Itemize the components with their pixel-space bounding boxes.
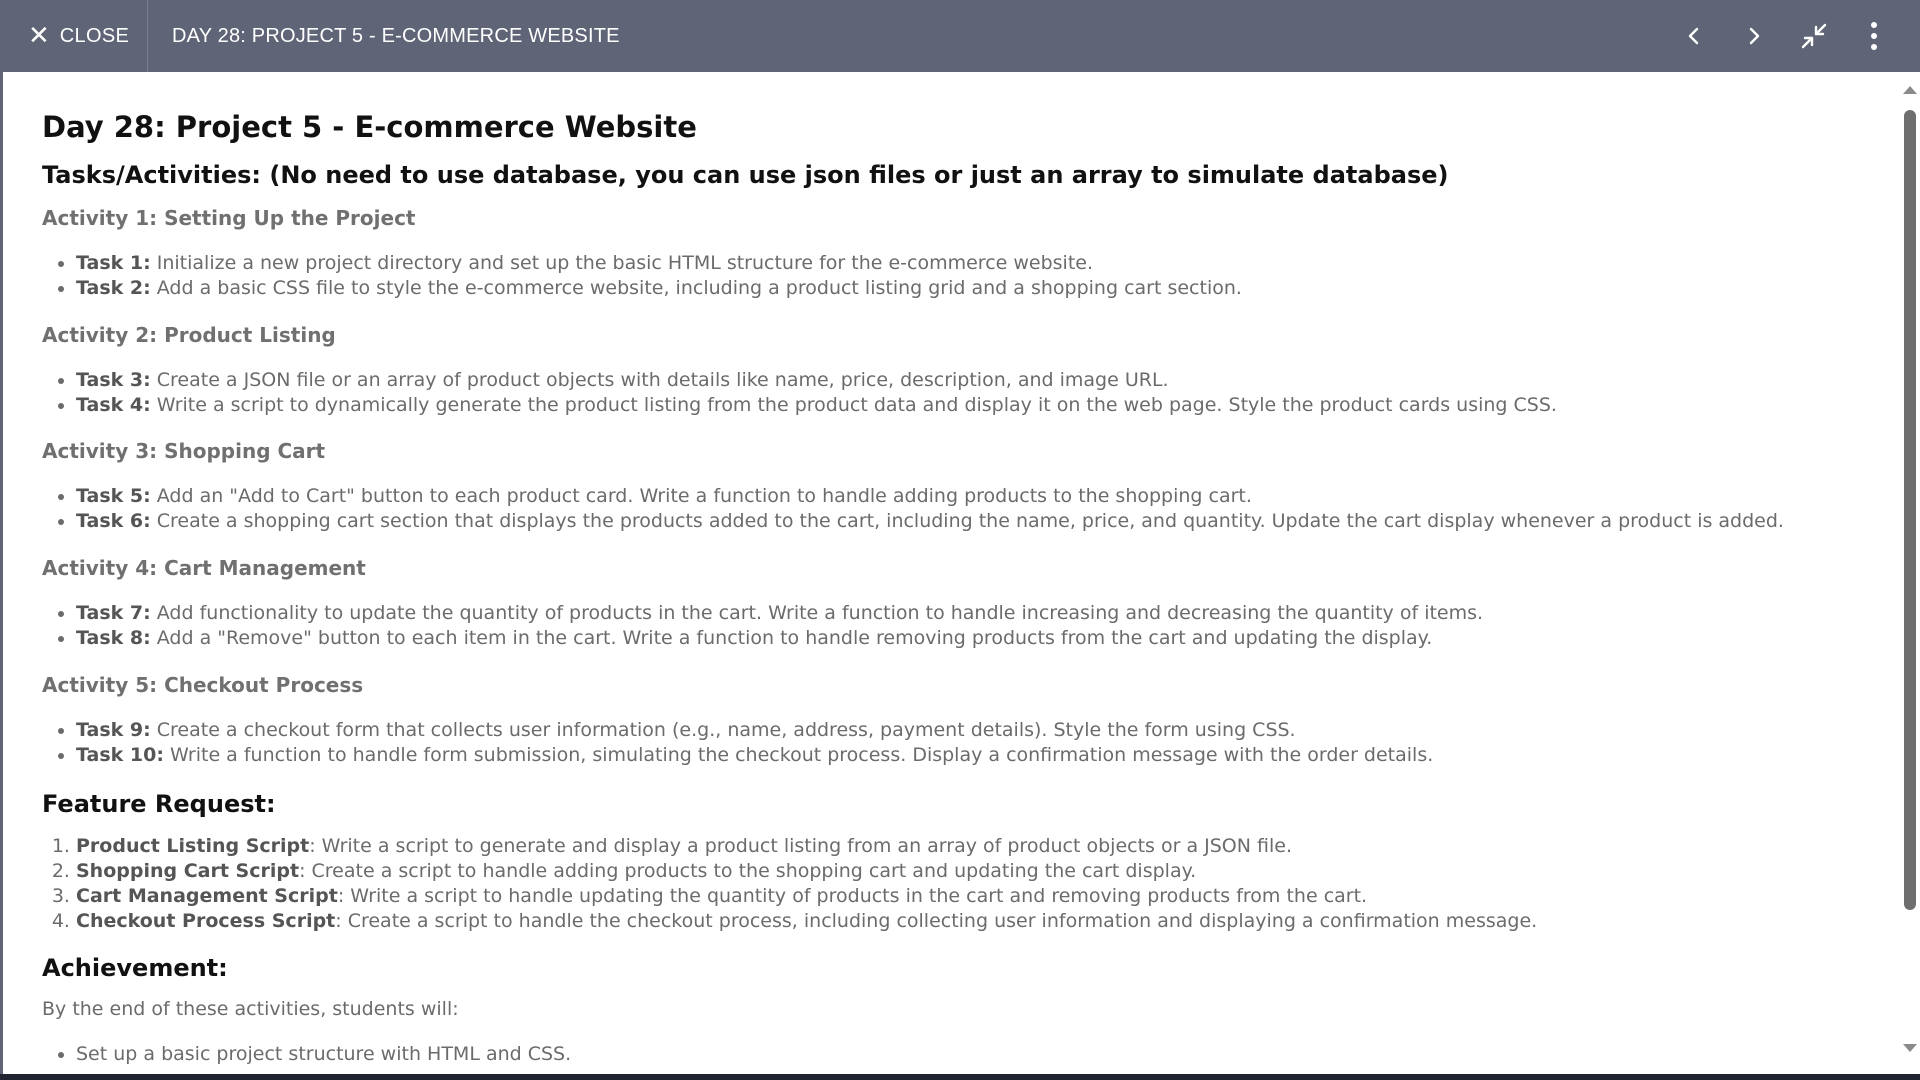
activity-heading: Activity 5: Checkout Process	[42, 673, 364, 697]
top-bar: ✕ CLOSE DAY 28: PROJECT 5 - E-COMMERCE W…	[0, 0, 1920, 72]
feature-list: Product Listing Script: Write a script t…	[42, 834, 1537, 934]
activity-heading: Activity 1: Setting Up the Project	[42, 206, 416, 230]
collapse-icon	[1801, 23, 1827, 49]
page-title: Day 28: Project 5 - E-commerce Website	[42, 110, 697, 144]
exit-fullscreen-button[interactable]	[1784, 6, 1844, 66]
list-item: Product Listing Script: Write a script t…	[76, 834, 1537, 859]
close-button[interactable]: ✕ CLOSE	[0, 0, 148, 72]
list-item: Task 4: Write a script to dynamically ge…	[76, 393, 1557, 418]
top-actions	[1664, 6, 1904, 66]
list-item: Task 6: Create a shopping cart section t…	[76, 509, 1784, 534]
activity-task-list: Task 1: Initialize a new project directo…	[42, 251, 1242, 301]
more-options-button[interactable]	[1844, 6, 1904, 66]
document-viewer[interactable]: Day 28: Project 5 - E-commerce Website T…	[0, 72, 1920, 1074]
activity-task-list: Task 9: Create a checkout form that coll…	[42, 718, 1433, 768]
next-button[interactable]	[1724, 6, 1784, 66]
close-icon: ✕	[28, 21, 50, 51]
list-item: Task 2: Add a basic CSS file to style th…	[76, 276, 1242, 301]
list-item: Checkout Process Script: Create a script…	[76, 909, 1537, 934]
close-label: CLOSE	[59, 24, 130, 47]
tasks-heading: Tasks/Activities: (No need to use databa…	[42, 161, 1449, 189]
activity-task-list: Task 7: Add functionality to update the …	[42, 601, 1483, 651]
activity-heading: Activity 3: Shopping Cart	[42, 439, 326, 463]
more-vertical-icon	[1871, 22, 1877, 50]
list-item: Task 3: Create a JSON file or an array o…	[76, 368, 1557, 393]
achievement-intro: By the end of these activities, students…	[42, 998, 459, 1020]
vertical-scrollbar[interactable]	[1898, 72, 1920, 1074]
list-item: Task 10: Write a function to handle form…	[76, 743, 1433, 768]
chevron-left-icon	[1688, 27, 1699, 45]
activity-heading: Activity 2: Product Listing	[42, 323, 336, 347]
activity-task-list: Task 3: Create a JSON file or an array o…	[42, 368, 1557, 418]
scrollbar-thumb[interactable]	[1904, 110, 1916, 910]
viewer-title: DAY 28: PROJECT 5 - E-COMMERCE WEBSITE	[172, 24, 620, 47]
list-item: Task 1: Initialize a new project directo…	[76, 251, 1242, 276]
chevron-right-icon	[1749, 27, 1760, 45]
previous-button[interactable]	[1664, 6, 1724, 66]
bottom-edge	[0, 1074, 1920, 1080]
list-item: Set up a basic project structure with HT…	[76, 1042, 571, 1067]
list-item: Task 7: Add functionality to update the …	[76, 601, 1483, 626]
list-item: Cart Management Script: Write a script t…	[76, 884, 1537, 909]
activity-task-list: Task 5: Add an "Add to Cart" button to e…	[42, 484, 1784, 534]
list-item: Task 9: Create a checkout form that coll…	[76, 718, 1433, 743]
activity-heading: Activity 4: Cart Management	[42, 556, 366, 580]
list-item: Task 5: Add an "Add to Cart" button to e…	[76, 484, 1784, 509]
list-item: Task 8: Add a "Remove" button to each it…	[76, 626, 1483, 651]
achievement-list: Set up a basic project structure with HT…	[42, 1042, 571, 1067]
feature-request-heading: Feature Request:	[42, 790, 276, 818]
scroll-down-arrow-icon[interactable]	[1903, 1044, 1917, 1052]
scroll-up-arrow-icon[interactable]	[1903, 86, 1917, 94]
achievement-heading: Achievement:	[42, 954, 228, 982]
list-item: Shopping Cart Script: Create a script to…	[76, 859, 1537, 884]
